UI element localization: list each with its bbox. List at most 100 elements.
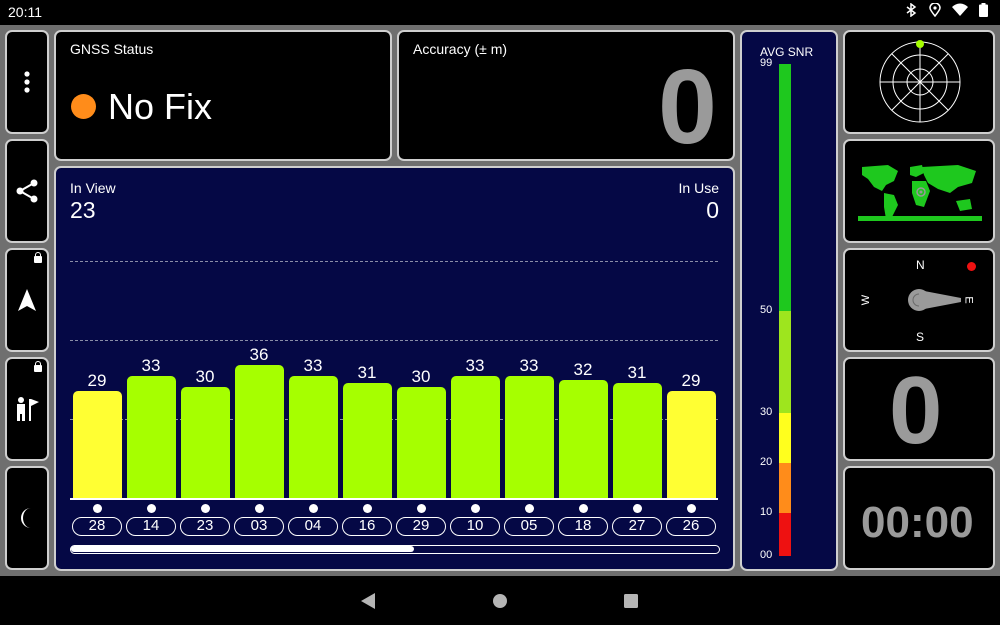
gridline <box>70 261 718 262</box>
home-icon[interactable] <box>492 593 508 609</box>
compass-east: E <box>962 296 975 304</box>
recents-icon[interactable] <box>623 593 639 609</box>
satellite-prn-label[interactable]: 18 <box>558 517 608 536</box>
satellite-prn-label[interactable]: 14 <box>126 517 176 536</box>
snr-band <box>779 413 791 463</box>
snr-tick-label: 99 <box>760 57 773 69</box>
satellite-prn-label[interactable]: 27 <box>612 517 662 536</box>
signal-value-label: 29 <box>87 370 107 390</box>
in-view-value: 23 <box>70 197 96 223</box>
signal-bar <box>181 387 230 498</box>
geocache-button[interactable] <box>5 357 49 461</box>
world-map-panel[interactable] <box>843 139 995 243</box>
share-button[interactable] <box>5 139 49 243</box>
snr-band <box>779 64 791 311</box>
signal-bar <box>559 379 608 498</box>
accuracy-value: 0 <box>658 48 717 166</box>
speed-panel: 0 <box>843 357 995 461</box>
signal-bar <box>73 390 122 498</box>
satellite-signal-chart: In View 23 In Use 0 29 28 33 14 30 23 36 03 33 04… <box>54 166 735 571</box>
navigation-button[interactable] <box>5 248 49 352</box>
speed-value: 0 <box>889 357 943 464</box>
signal-bar <box>343 383 392 498</box>
night-mode-button[interactable] <box>5 466 49 570</box>
snr-tick-label: 50 <box>760 304 773 316</box>
in-use-value: 0 <box>706 197 719 223</box>
moon-icon <box>21 508 31 528</box>
satellite-status-dot <box>255 504 264 513</box>
signal-value-label: 33 <box>303 355 323 375</box>
satellite-status-dot <box>417 504 426 513</box>
signal-value-label: 30 <box>411 367 431 386</box>
compass-south: S <box>916 330 925 344</box>
main-area: GNSS Status No Fix Accuracy (± m) 0 In V… <box>0 25 1000 576</box>
snr-band <box>779 463 791 513</box>
more-vertical-icon <box>24 71 30 93</box>
satellite-prn-label[interactable]: 05 <box>504 517 554 536</box>
signal-bar <box>505 375 554 498</box>
timer-panel[interactable]: 00:00 <box>843 466 995 570</box>
signal-bar <box>613 383 662 498</box>
fix-status-value: No Fix <box>108 86 213 127</box>
back-icon[interactable] <box>360 592 376 610</box>
signal-bar <box>451 375 500 498</box>
signal-value-label: 33 <box>465 355 485 375</box>
gnss-status-title: GNSS Status <box>70 41 154 57</box>
satellite-status-dot <box>525 504 534 513</box>
in-view-label: In View <box>70 180 116 196</box>
snr-scale <box>779 64 791 556</box>
satellite-status-dot <box>201 504 210 513</box>
satellite-status-dot <box>309 504 318 513</box>
compass-north: N <box>916 258 925 272</box>
snr-tick-label: 10 <box>760 506 773 518</box>
compass-needle-icon <box>908 289 961 311</box>
share-icon <box>16 179 38 203</box>
satellite-status-dot <box>93 504 102 513</box>
sky-view-panel[interactable] <box>843 30 995 134</box>
recording-dot <box>967 262 976 271</box>
signal-value-label: 30 <box>195 367 215 386</box>
satellite-prn-label[interactable]: 28 <box>72 517 122 536</box>
satellite-prn-label[interactable]: 04 <box>288 517 338 536</box>
menu-button[interactable] <box>5 30 49 134</box>
navigation-arrow-icon <box>18 289 36 311</box>
fix-status-indicator <box>71 94 96 119</box>
satellite-prn-label[interactable]: 16 <box>342 517 392 536</box>
navigation-bar <box>0 576 1000 625</box>
satellite-prn-label[interactable]: 10 <box>450 517 500 536</box>
signal-value-label: 36 <box>249 344 269 364</box>
status-time: 20:11 <box>8 4 42 20</box>
gnss-status-panel: GNSS Status No Fix <box>54 30 392 161</box>
satellite-status-dot <box>147 504 156 513</box>
accuracy-title: Accuracy (± m) <box>413 41 508 57</box>
snr-band <box>779 513 791 556</box>
lock-icon <box>34 252 42 263</box>
satellite-prn-label[interactable]: 23 <box>180 517 230 536</box>
chart-scrollbar[interactable] <box>70 545 720 554</box>
avg-snr-panel: AVG SNR 99 50 30 20 10 00 <box>740 30 838 571</box>
location-icon <box>928 2 942 18</box>
satellite-prn-label[interactable]: 03 <box>234 517 284 536</box>
signal-bar <box>667 390 716 498</box>
gridline <box>70 340 718 341</box>
snr-tick-label: 00 <box>760 549 773 561</box>
sky-radar-icon <box>879 40 961 123</box>
snr-band <box>779 311 791 413</box>
wifi-icon <box>952 3 968 17</box>
chart-baseline <box>70 498 718 500</box>
snr-tick-label: 30 <box>760 406 773 418</box>
satellite-status-dot <box>687 504 696 513</box>
signal-value-label: 32 <box>573 359 593 379</box>
satellite-prn-label[interactable]: 29 <box>396 517 446 536</box>
signal-bar <box>289 375 338 498</box>
signal-value-label: 31 <box>627 363 647 383</box>
chart-scrollbar-thumb[interactable] <box>71 546 414 552</box>
compass-panel[interactable]: N S E W <box>843 248 995 352</box>
satellite-prn-label[interactable]: 26 <box>666 517 716 536</box>
in-use-label: In Use <box>678 180 719 196</box>
person-flag-icon <box>17 397 39 421</box>
satellite-status-dot <box>363 504 372 513</box>
accuracy-panel: Accuracy (± m) 0 <box>397 30 735 161</box>
bluetooth-icon <box>904 2 918 18</box>
satellite-status-dot <box>633 504 642 513</box>
